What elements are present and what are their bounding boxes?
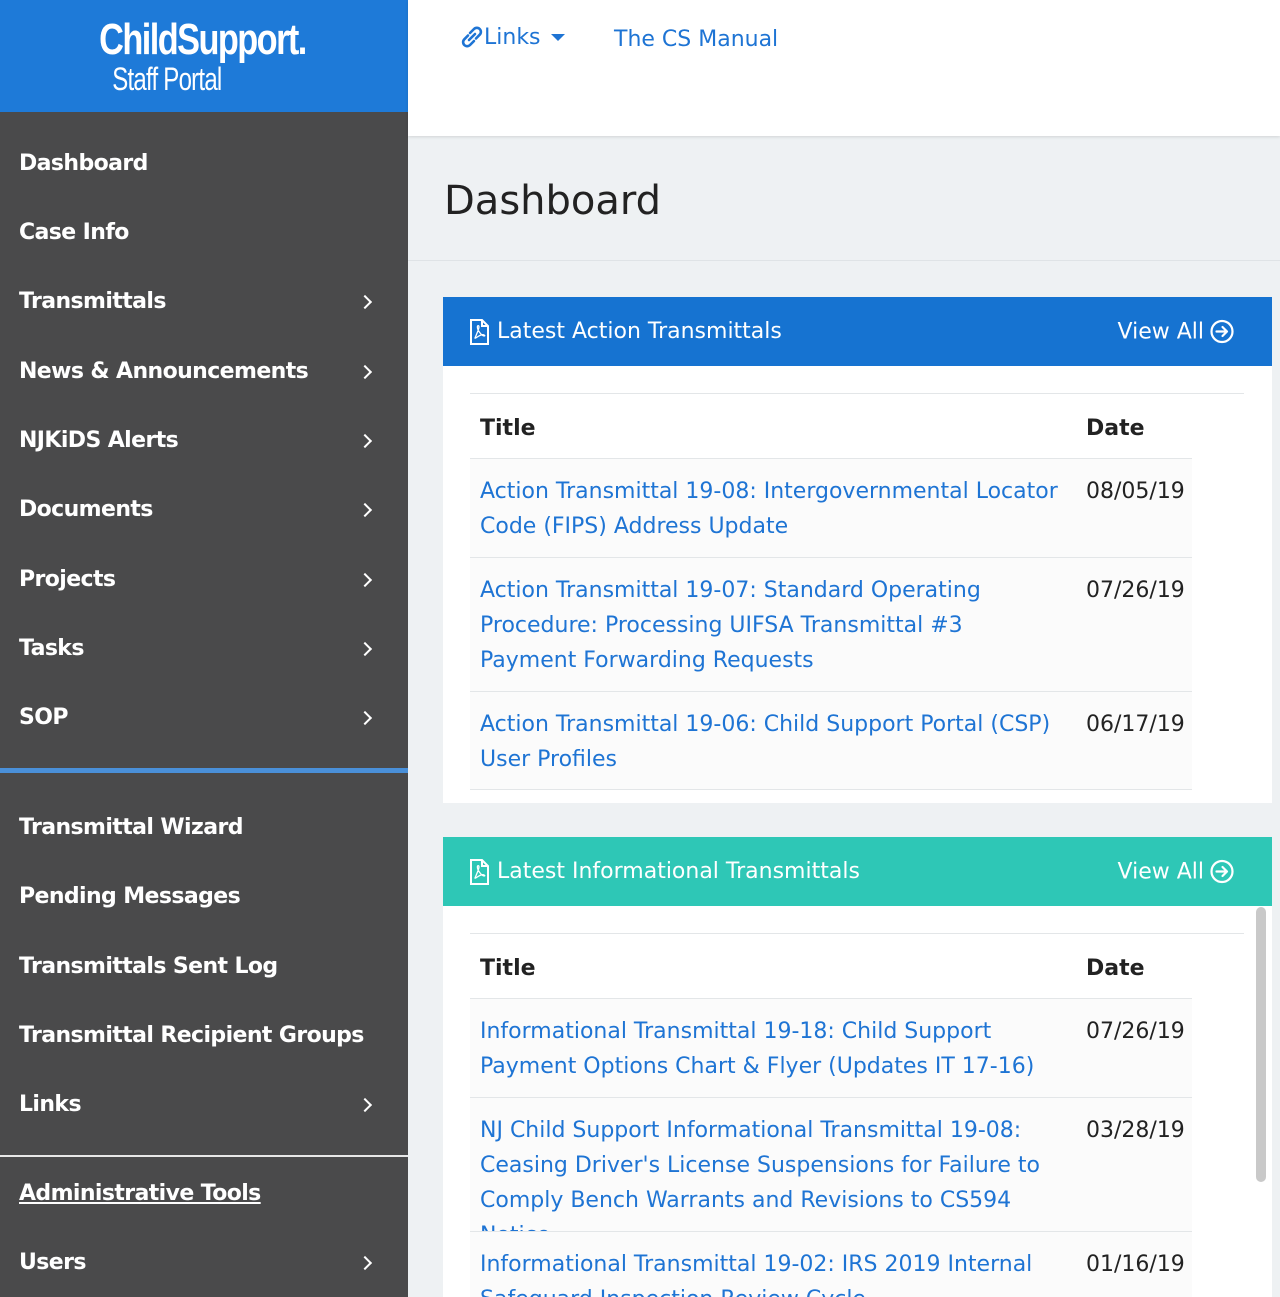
chevron-right-icon [357,1097,373,1112]
transmittal-date: 01/16/19 [1086,1252,1185,1277]
sidebar-item-label: Documents [19,497,153,522]
sidebar-divider [0,1155,408,1157]
sidebar-item-case-info[interactable]: Case Info [0,198,408,267]
action-transmittals-panel: Latest Action Transmittals View All Titl… [443,297,1272,803]
transmittal-date: 06/17/19 [1086,712,1185,737]
sidebar-item-label: Pending Messages [19,884,241,909]
sidebar-item-news[interactable]: News & Announcements [0,337,408,406]
link-icon [461,26,483,48]
top-navbar: Links The CS Manual [408,0,1280,136]
chevron-right-icon [357,572,373,587]
sidebar-item-recipient-groups[interactable]: Transmittal Recipient Groups [0,1001,408,1070]
table-row: Action Transmittal 19-08: Intergovernmen… [470,458,1192,557]
sidebar-item-label: Tasks [19,636,84,661]
chevron-right-icon [357,502,373,517]
sidebar-item-users[interactable]: Users [0,1228,408,1297]
sidebar-item-label: NJKiDS Alerts [19,428,179,453]
transmittal-date: 07/26/19 [1086,1019,1185,1044]
transmittal-date: 07/26/19 [1086,578,1185,603]
table-row: Informational Transmittal 19-02: IRS 201… [470,1231,1192,1297]
sidebar-item-label: Transmittals Sent Log [19,954,278,979]
sidebar-item-projects[interactable]: Projects [0,545,408,614]
sidebar-item-tasks[interactable]: Tasks [0,614,408,683]
sidebar-item-label: Transmittal Wizard [19,815,243,840]
sidebar-item-admin-tools[interactable]: Administrative Tools [0,1159,408,1228]
sidebar-item-label: Transmittal Recipient Groups [19,1023,364,1048]
action-panel-header: Latest Action Transmittals View All [443,297,1272,366]
sidebar-item-label: Case Info [19,220,129,245]
sidebar: ChildSupport. Staff Portal Dashboard Cas… [0,0,408,1297]
sidebar-item-transmittal-wizard[interactable]: Transmittal Wizard [0,793,408,862]
chevron-right-icon [357,294,373,309]
table-header-row: Title Date [470,393,1244,458]
page-title: Dashboard [444,178,662,224]
table-row: NJ Child Support Informational Transmitt… [470,1097,1192,1248]
brand-line-2: Staff Portal [112,61,222,97]
column-header-title: Title [480,416,536,441]
links-dropdown[interactable]: Links [460,24,565,50]
info-panel-title: Latest Informational Transmittals [497,859,860,884]
sidebar-item-label: Dashboard [19,151,148,176]
transmittal-date: 03/28/19 [1086,1118,1185,1143]
chevron-right-icon [357,1255,373,1270]
view-all-label: View All [1117,319,1204,344]
table-header-row: Title Date [470,933,1244,998]
title-divider [408,260,1280,261]
pdf-icon [470,318,489,345]
action-view-all-link[interactable]: View All [1118,319,1234,344]
sidebar-item-pending-messages[interactable]: Pending Messages [0,862,408,931]
sidebar-item-njkids-alerts[interactable]: NJKiDS Alerts [0,406,408,475]
sidebar-item-sent-log[interactable]: Transmittals Sent Log [0,932,408,1001]
info-panel-header: Latest Informational Transmittals View A… [443,837,1272,906]
sidebar-item-label: Projects [19,567,116,592]
arrow-circle-right-icon [1210,319,1234,344]
action-panel-title: Latest Action Transmittals [497,319,782,344]
sidebar-item-label: News & Announcements [19,359,309,384]
transmittal-date: 08/05/19 [1086,479,1185,504]
column-header-date: Date [1086,956,1145,981]
table-row: Informational Transmittal 19-18: Child S… [470,998,1192,1097]
caret-down-icon [550,33,565,41]
chevron-right-icon [357,364,373,379]
sidebar-divider [0,768,408,773]
info-view-all-link[interactable]: View All [1118,859,1234,884]
sidebar-item-links[interactable]: Links [0,1070,408,1139]
sidebar-item-sop[interactable]: SOP [0,683,408,752]
links-dropdown-label: Links [484,24,541,50]
sidebar-item-label: SOP [19,705,68,730]
sidebar-item-label: Users [19,1250,86,1275]
transmittal-link[interactable]: Action Transmittal 19-06: Child Support … [480,707,1060,777]
sidebar-item-dashboard[interactable]: Dashboard [0,129,408,198]
table-row: Action Transmittal 19-06: Child Support … [470,691,1192,790]
arrow-circle-right-icon [1210,859,1234,884]
column-header-title: Title [480,956,536,981]
pdf-icon [470,858,489,885]
transmittal-link[interactable]: Action Transmittal 19-08: Intergovernmen… [480,474,1060,544]
brand-line-1: ChildSupport. [98,15,307,64]
brand-logo[interactable]: ChildSupport. Staff Portal [0,0,408,112]
chevron-right-icon [357,641,373,656]
table-row: Action Transmittal 19-07: Standard Opera… [470,557,1192,691]
cs-manual-link[interactable]: The CS Manual [614,27,778,52]
sidebar-item-label: Administrative Tools [19,1181,261,1206]
view-all-label: View All [1117,859,1204,884]
transmittal-link[interactable]: Informational Transmittal 19-18: Child S… [480,1014,1060,1084]
sidebar-item-label: Transmittals [19,289,166,314]
transmittal-link[interactable]: Informational Transmittal 19-02: IRS 201… [480,1247,1060,1297]
sidebar-item-documents[interactable]: Documents [0,475,408,544]
sidebar-item-transmittals[interactable]: Transmittals [0,267,408,336]
transmittal-link[interactable]: Action Transmittal 19-07: Standard Opera… [480,573,1060,678]
chevron-right-icon [357,710,373,725]
column-header-date: Date [1086,416,1145,441]
informational-transmittals-panel: Latest Informational Transmittals View A… [443,837,1272,1297]
sidebar-item-label: Links [19,1092,82,1117]
panel-scrollbar[interactable] [1256,907,1266,1182]
chevron-right-icon [357,433,373,448]
